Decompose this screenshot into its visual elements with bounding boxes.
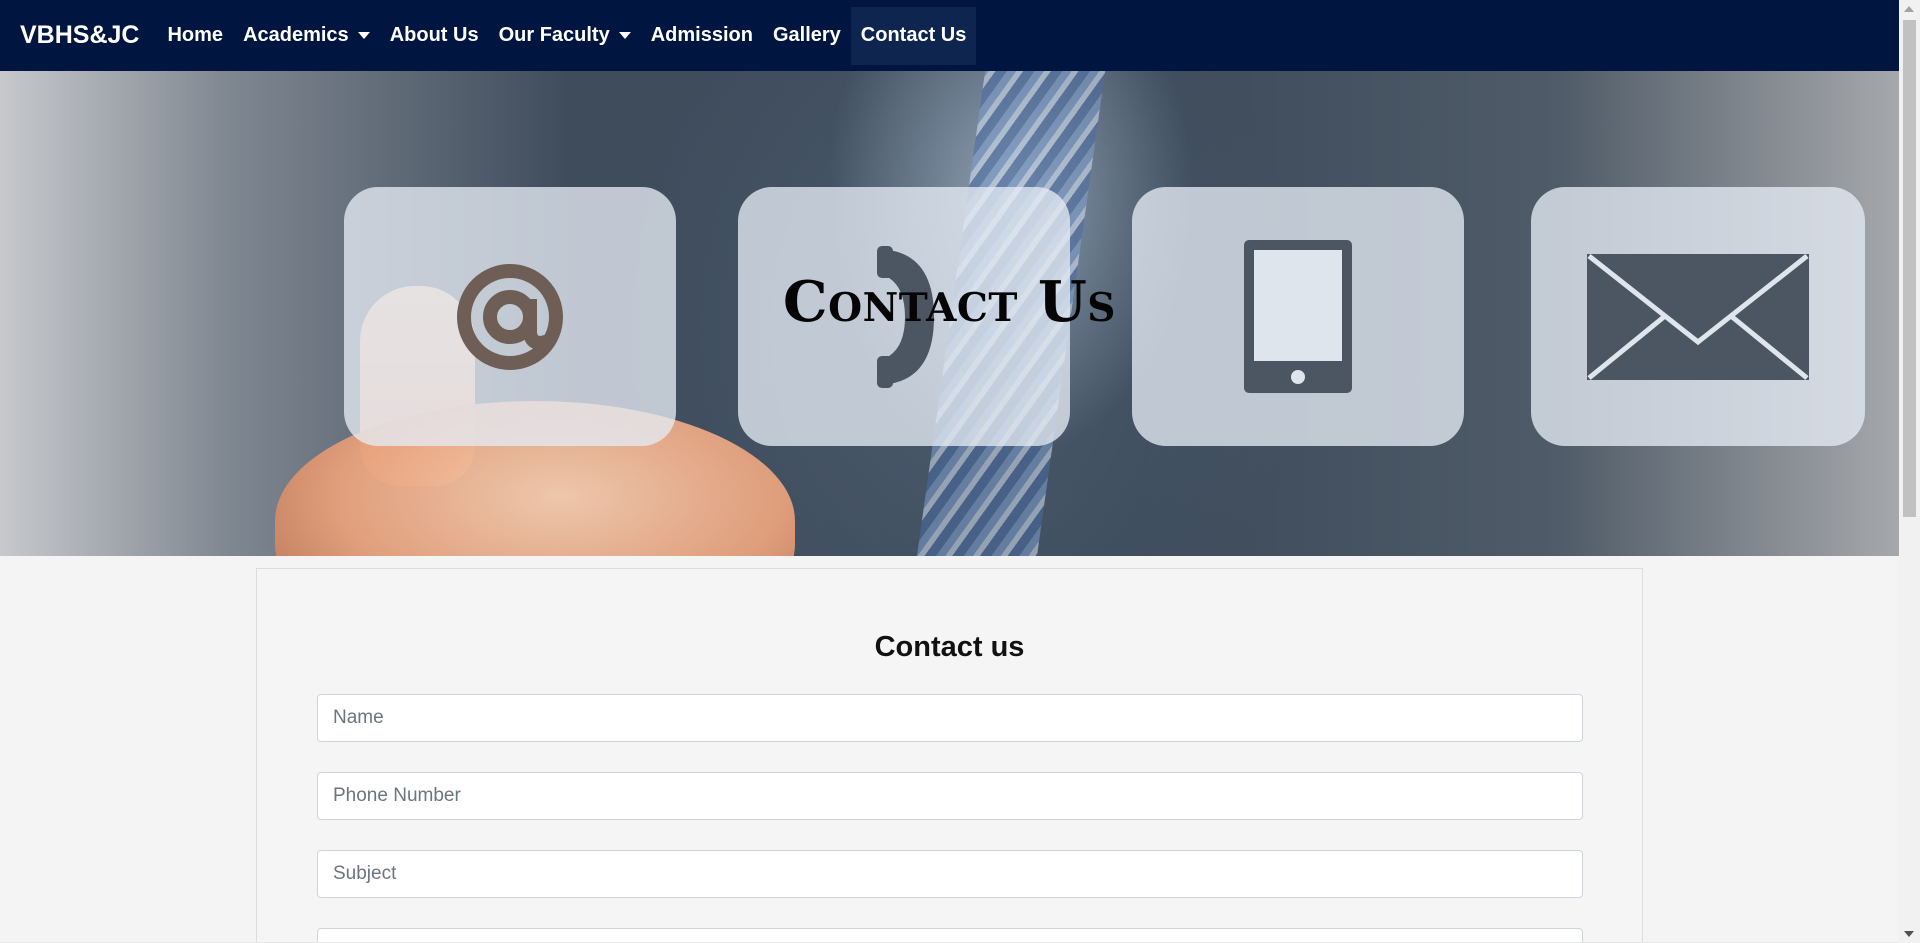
nav-item-label: Contact Us (860, 24, 967, 46)
caret-down-icon (357, 32, 370, 39)
phone-number-input[interactable] (317, 772, 1583, 820)
scroll-down-arrow-icon[interactable] (1904, 931, 1914, 937)
nav-item-about-us[interactable]: About Us (380, 7, 489, 65)
hero-title: Contact Us (783, 269, 1116, 335)
brand-logo-link[interactable]: VBHS&JC (20, 21, 139, 50)
nav-item-label: Home (167, 24, 224, 46)
top-navbar: VBHS&JC Home Academics About Us Our Facu… (0, 0, 1899, 71)
scrollbar-thumb[interactable] (1903, 20, 1916, 517)
nav-item-our-faculty[interactable]: Our Faculty (489, 7, 641, 65)
nav-item-label: Gallery (772, 24, 841, 46)
message-textarea[interactable] (317, 928, 1583, 943)
nav-item-label: Academics (243, 24, 349, 46)
nav-item-admission[interactable]: Admission (641, 7, 763, 65)
subject-input[interactable] (317, 850, 1583, 898)
nav-item-label: About Us (389, 24, 479, 46)
vertical-scrollbar[interactable] (1899, 0, 1920, 943)
nav-item-contact-us[interactable]: Contact Us (850, 6, 977, 65)
nav-menu: Home Academics About Us Our Faculty Admi… (157, 0, 977, 71)
nav-item-label: Admission (650, 24, 753, 46)
nav-item-home[interactable]: Home (157, 7, 233, 65)
hero-banner: Contact Us (0, 71, 1899, 556)
nav-item-label: Our Faculty (498, 24, 610, 46)
contact-form-card: Contact us (256, 568, 1643, 943)
nav-item-academics[interactable]: Academics (233, 7, 380, 65)
nav-item-gallery[interactable]: Gallery (763, 7, 851, 65)
caret-down-icon (618, 32, 631, 39)
scroll-up-arrow-icon[interactable] (1904, 6, 1914, 12)
contact-form-title: Contact us (874, 631, 1025, 663)
name-input[interactable] (317, 694, 1583, 742)
